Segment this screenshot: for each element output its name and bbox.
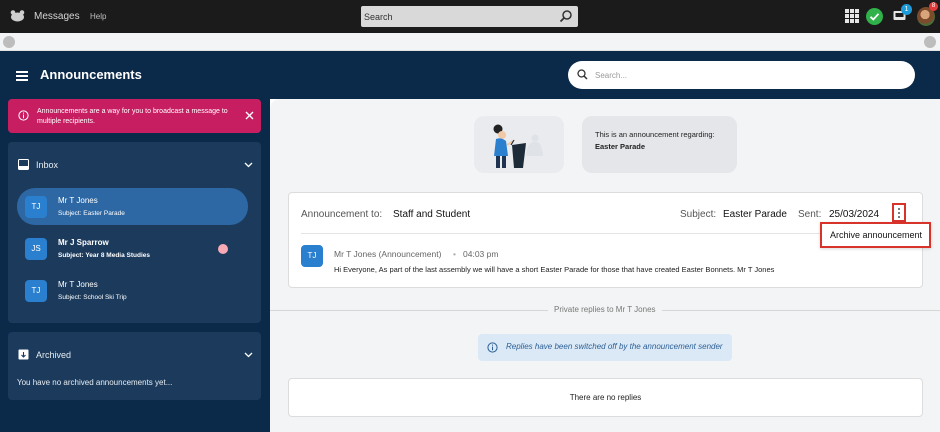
inbox-icon [18, 159, 29, 170]
archived-header[interactable]: Archived [36, 350, 71, 360]
regarding-card: This is an announcement regarding: Easte… [582, 116, 737, 173]
archived-panel: Archived You have no archived announceme… [8, 332, 261, 400]
item-sender: Mr T Jones [58, 196, 98, 205]
regarding-label: This is an announcement regarding: [595, 130, 715, 139]
app-name-link[interactable]: Messages [34, 11, 80, 22]
page-header: Announcements [0, 51, 940, 99]
subject-value: Easter Parade [723, 209, 787, 220]
global-search-input[interactable] [364, 8, 554, 25]
avatar: TJ [301, 245, 323, 267]
menu-icon[interactable] [16, 71, 28, 81]
chevron-down-icon[interactable] [244, 162, 253, 168]
more-options-icon[interactable] [892, 203, 906, 222]
announcement-search-input[interactable] [595, 67, 895, 83]
subject-label: Subject: [680, 209, 717, 220]
item-subject: Subject: School Ski Trip [58, 294, 127, 301]
inbox-item[interactable]: TJ Mr T Jones Subject: School Ski Trip [17, 272, 248, 309]
inbox-item[interactable]: TJ Mr T Jones Subject: Easter Parade [17, 188, 248, 225]
announcement-search [568, 61, 915, 89]
search-icon[interactable] [559, 9, 573, 23]
notification-badge: 1 [901, 4, 912, 15]
info-icon [487, 342, 498, 353]
message-sender: Mr T Jones (Announcement) [334, 249, 442, 259]
top-bar: Messages Help 1 8 [0, 0, 940, 33]
banner-text: Announcements are a way for you to broad… [37, 108, 228, 125]
page-title: Announcements [40, 67, 142, 82]
separator-dot: • [453, 249, 456, 259]
archived-empty-text: You have no archived announcements yet..… [17, 378, 173, 387]
avatar: TJ [25, 280, 47, 302]
options-dropdown: Archive announcement [820, 222, 931, 248]
sent-label: Sent: [798, 209, 822, 220]
private-replies-label: Private replies to Mr T Jones [548, 305, 662, 314]
archive-announcement-menu-item[interactable]: Archive announcement [830, 230, 922, 240]
secondary-bar [0, 33, 940, 51]
regarding-subject: Easter Parade [595, 142, 646, 151]
inbox-panel: Inbox TJ Mr T Jones Subject: Easter Para… [8, 142, 261, 323]
profile-badge: 8 [929, 2, 938, 11]
info-icon [18, 110, 29, 121]
announcement-view: This is an announcement regarding: Easte… [270, 99, 940, 432]
notice-text: Replies have been switched off by the an… [506, 342, 723, 351]
info-banner: Announcements are a way for you to broad… [8, 99, 261, 133]
no-replies-text: There are no replies [569, 393, 642, 402]
replies-disabled-notice: Replies have been switched off by the an… [478, 334, 732, 361]
search-icon [577, 69, 588, 80]
avatar: TJ [25, 196, 47, 218]
archive-icon [18, 349, 29, 360]
avatar: JS [25, 238, 47, 260]
inbox-item[interactable]: JS Mr J Sparrow Subject: Year 8 Media St… [17, 230, 248, 267]
item-sender: Mr J Sparrow [58, 238, 109, 247]
unread-indicator [218, 244, 228, 254]
announcement-illustration [474, 116, 564, 173]
recipients-value: Staff and Student [393, 209, 471, 220]
recipients-label: Announcement to: [301, 209, 383, 220]
message-time: 04:03 pm [463, 249, 499, 259]
message-body: Hi Everyone, As part of the last assembl… [334, 265, 775, 274]
item-subject: Subject: Year 8 Media Studies [58, 252, 150, 259]
status-check-icon[interactable] [866, 8, 883, 25]
close-circle-icon[interactable] [3, 36, 15, 48]
help-link[interactable]: Help [90, 12, 106, 21]
inbox-header[interactable]: Inbox [36, 160, 58, 170]
app-grid-icon[interactable] [845, 9, 859, 23]
global-search [361, 6, 578, 27]
app-logo-icon[interactable] [9, 9, 26, 22]
sidebar: Announcements are a way for you to broad… [0, 99, 270, 432]
sent-date: 25/03/2024 [829, 209, 880, 220]
expand-circle-icon[interactable] [924, 36, 936, 48]
close-icon[interactable] [245, 111, 254, 120]
item-sender: Mr T Jones [58, 280, 98, 289]
item-subject: Subject: Easter Parade [58, 210, 125, 217]
replies-box: There are no replies [288, 378, 923, 417]
chevron-down-icon[interactable] [244, 352, 253, 358]
